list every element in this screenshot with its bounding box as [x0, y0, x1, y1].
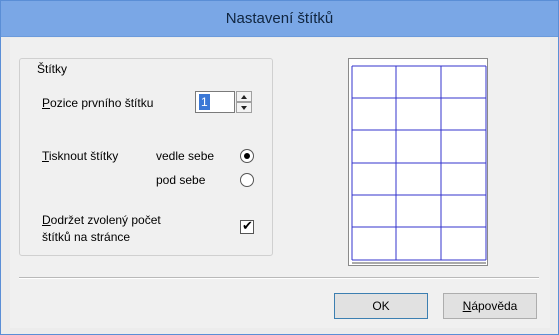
- option-side-by-side-label[interactable]: vedle sebe: [156, 149, 214, 163]
- window-title: Nastavení štítků: [225, 10, 334, 27]
- option-one-below-another-label[interactable]: pod sebe: [156, 173, 205, 187]
- label-layout-preview: [348, 58, 488, 266]
- print-labels-label: Tisknout štítky: [42, 149, 118, 163]
- preview-grid: [351, 65, 487, 264]
- first-label-stepper: [236, 91, 252, 113]
- help-mnemonic: N: [462, 299, 472, 313]
- stepper-up-button[interactable]: [236, 91, 252, 102]
- help-button[interactable]: Nápověda: [443, 293, 537, 319]
- keep-count-checkbox[interactable]: ✔: [240, 218, 254, 234]
- radio-selected-dot: [244, 153, 250, 159]
- keep-count-label-line1: Dodržet zvolený počet: [42, 213, 161, 227]
- first-label-label-text: ozice prvního štítku: [50, 96, 154, 110]
- radio-side-by-side[interactable]: [240, 149, 254, 163]
- first-label-position-label: Pozice prvního štítku: [42, 96, 153, 110]
- title-bar[interactable]: Nastavení štítků: [1, 1, 558, 37]
- keep-count-mnemonic: D: [42, 213, 51, 227]
- ok-button[interactable]: OK: [334, 293, 428, 319]
- help-label-text: ápověda: [471, 299, 518, 313]
- stepper-down-button[interactable]: [236, 102, 252, 113]
- keep-count-label-text: održet zvolený počet: [50, 213, 161, 227]
- keep-count-label-line2: štítků na stránce: [42, 230, 131, 244]
- first-label-mnemonic: P: [42, 96, 51, 110]
- print-labels-mnemonic: T: [42, 149, 49, 163]
- arrow-up-icon: [241, 95, 247, 99]
- checkmark-icon: ✔: [242, 218, 253, 233]
- first-label-position-value: 1: [199, 94, 210, 110]
- group-title: Štítky: [35, 62, 70, 76]
- footer-divider-highlight: [19, 278, 539, 279]
- first-label-position-input[interactable]: 1: [195, 91, 235, 113]
- print-labels-label-text: isknout štítky: [48, 149, 119, 163]
- arrow-down-icon: [241, 106, 247, 110]
- radio-one-below-another[interactable]: [240, 173, 254, 187]
